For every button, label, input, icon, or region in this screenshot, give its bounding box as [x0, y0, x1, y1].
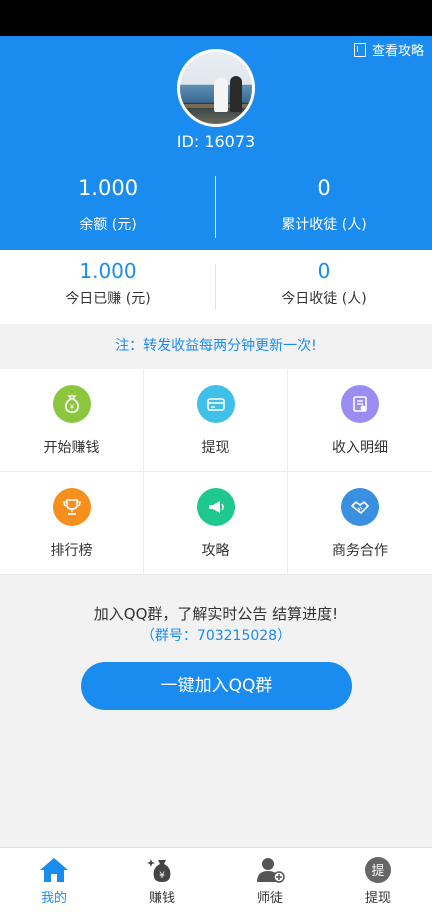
today-apprentices: 0 今日收徒 (人) — [216, 258, 432, 308]
grid-item-start-earning[interactable]: ¥ 开始赚钱 — [0, 369, 144, 472]
grid-item-label: 排行榜 — [50, 543, 93, 559]
update-notice: 注：转发收益每两分钟更新一次! — [115, 338, 317, 354]
today-apprentices-value: 0 — [317, 259, 331, 283]
card-icon — [196, 385, 235, 423]
svg-text:提: 提 — [371, 863, 384, 879]
tab-label: 我的 — [40, 891, 67, 906]
tab-label: 提现 — [364, 891, 391, 906]
join-qq-group-button[interactable]: 一键加入QQ群 — [81, 662, 352, 710]
grid-item-business[interactable]: 商务合作 — [288, 472, 432, 575]
status-bar — [0, 0, 432, 36]
grid-item-withdraw[interactable]: 提现 — [144, 369, 288, 472]
megaphone-icon — [196, 488, 235, 526]
tab-withdraw[interactable]: 提 提现 — [324, 848, 432, 912]
book-icon — [353, 42, 366, 57]
svg-text:¥: ¥ — [159, 871, 165, 881]
guide-link-label: 查看攻略 — [371, 44, 424, 59]
withdraw-icon: 提 — [362, 856, 394, 884]
tab-label: 师徒 — [256, 891, 283, 906]
money-bag-icon: ¥ — [146, 856, 178, 884]
grid-item-label: 提现 — [201, 440, 230, 456]
grid-item-label: 收入明细 — [332, 440, 388, 456]
trophy-icon — [52, 488, 91, 526]
balance-stat: 1.000 余额 (元) — [0, 174, 216, 234]
tab-mentorship[interactable]: 师徒 — [216, 848, 324, 912]
profile-header: 查看攻略 ID: 16073 1.000 余额 (元) 0 累计收徒 (人) — [0, 36, 432, 250]
qq-group-text: 加入QQ群，了解实时公告 结算进度! — [93, 605, 339, 623]
home-icon — [38, 856, 70, 884]
svg-text:¥: ¥ — [69, 403, 74, 411]
balance-value: 1.000 — [77, 176, 139, 200]
guide-link[interactable]: 查看攻略 — [353, 40, 424, 59]
bottom-tab-bar: 我的 ¥ 赚钱 师徒 提 提现 — [0, 847, 432, 912]
tab-mine[interactable]: 我的 — [0, 848, 108, 912]
today-earned-value: 1.000 — [79, 259, 137, 283]
today-stats: 1.000 今日已赚 (元) 0 今日收徒 (人) — [0, 250, 432, 324]
grid-item-label: 商务合作 — [332, 543, 388, 559]
handshake-icon — [341, 488, 379, 526]
today-apprentices-label: 今日收徒 (人) — [281, 291, 367, 307]
balance-label: 余额 (元) — [79, 217, 137, 233]
user-id: ID: 16073 — [176, 132, 256, 151]
qq-group-section: 加入QQ群，了解实时公告 结算进度! （群号：703215028） 一键加入QQ… — [0, 575, 432, 847]
apprentices-label: 累计收徒 (人) — [281, 217, 367, 233]
avatar[interactable] — [177, 49, 255, 127]
grid-item-label: 开始赚钱 — [43, 440, 100, 456]
grid-item-income-details[interactable]: 收入明细 — [288, 369, 432, 472]
today-earned-label: 今日已赚 (元) — [65, 291, 151, 307]
apprentices-stat: 0 累计收徒 (人) — [216, 174, 432, 234]
apprentices-value: 0 — [317, 176, 331, 200]
user-add-icon — [254, 856, 286, 884]
tab-label: 赚钱 — [148, 891, 175, 906]
feature-grid: ¥ 开始赚钱 提现 收入明细 排行榜 攻略 商务合作 — [0, 369, 432, 575]
grid-item-leaderboard[interactable]: 排行榜 — [0, 472, 144, 575]
qq-group-number: （群号：703215028） — [140, 628, 292, 644]
tab-earn[interactable]: ¥ 赚钱 — [108, 848, 216, 912]
money-bag-icon: ¥ — [52, 385, 91, 423]
today-earned: 1.000 今日已赚 (元) — [0, 258, 216, 308]
grid-item-guide[interactable]: 攻略 — [144, 472, 288, 575]
receipt-icon — [341, 385, 379, 423]
grid-item-label: 攻略 — [201, 543, 230, 559]
